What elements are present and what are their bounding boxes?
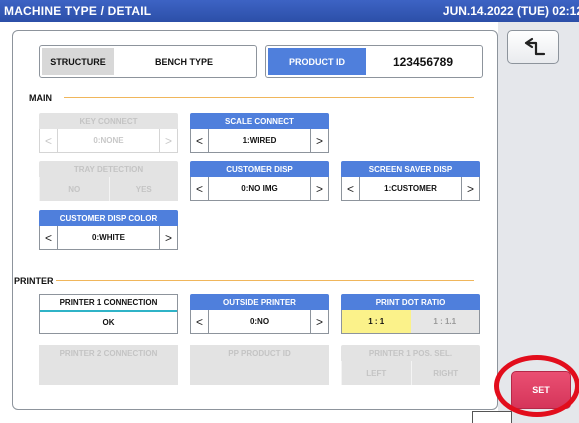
bottom-bar xyxy=(0,410,498,423)
pp-product-id-field: PP PRODUCT ID xyxy=(190,345,329,385)
tray-detection-label: TRAY DETECTION xyxy=(39,161,178,177)
printer-section-title: PRINTER xyxy=(14,276,54,286)
key-connect-next-button: > xyxy=(159,129,177,152)
main-section-line xyxy=(64,97,474,98)
structure-label: STRUCTURE xyxy=(42,48,114,75)
printer1-pos-sel-control: PRINTER 1 POS. SEL. LEFT RIGHT xyxy=(341,345,480,385)
product-id-label: PRODUCT ID xyxy=(268,48,366,75)
structure-value: BENCH TYPE xyxy=(154,56,213,67)
printer-section-line xyxy=(56,280,474,281)
customer-disp-control: CUSTOMER DISP < 0:NO IMG > xyxy=(190,161,329,201)
screen-saver-disp-next-button[interactable]: > xyxy=(461,177,479,200)
outside-printer-next-button[interactable]: > xyxy=(310,310,328,333)
pp-product-id-label: PP PRODUCT ID xyxy=(228,348,291,358)
printer1-pos-left-option: LEFT xyxy=(341,361,411,385)
outside-printer-value: 0:NO xyxy=(249,317,270,326)
customer-disp-value: 0:NO IMG xyxy=(241,184,278,193)
print-dot-ratio-label: PRINT DOT RATIO xyxy=(341,294,480,310)
key-connect-control: KEY CONNECT < 0:NONE > xyxy=(39,113,178,153)
set-button[interactable]: SET xyxy=(511,371,571,409)
product-id-field: PRODUCT ID 123456789 xyxy=(265,45,483,78)
product-id-value: 123456789 xyxy=(392,54,454,69)
page-title: MACHINE TYPE / DETAIL xyxy=(4,4,152,18)
customer-disp-label: CUSTOMER DISP xyxy=(190,161,329,177)
right-panel xyxy=(498,22,579,423)
tray-detection-yes-option: YES xyxy=(108,177,178,201)
scale-connect-control: SCALE CONNECT < 1:WIRED > xyxy=(190,113,329,153)
printer2-connection-label: PRINTER 2 CONNECTION xyxy=(59,348,158,358)
bottom-tab xyxy=(472,411,512,423)
scale-connect-label: SCALE CONNECT xyxy=(190,113,329,129)
printer1-connection-value: OK xyxy=(102,318,115,327)
printer1-pos-sel-label: PRINTER 1 POS. SEL. xyxy=(341,345,480,361)
customer-disp-color-next-button[interactable]: > xyxy=(159,226,177,249)
print-dot-ratio-1-1-option[interactable]: 1 : 1 xyxy=(342,310,411,333)
printer1-connection-status: PRINTER 1 CONNECTION OK xyxy=(39,294,178,334)
outside-printer-prev-button[interactable]: < xyxy=(191,310,209,333)
print-dot-ratio-control: PRINT DOT RATIO 1 : 1 1 : 1.1 xyxy=(341,294,480,334)
scale-connect-prev-button[interactable]: < xyxy=(191,129,209,152)
tray-detection-control: TRAY DETECTION NO YES xyxy=(39,161,178,201)
customer-disp-next-button[interactable]: > xyxy=(310,177,328,200)
screen-saver-disp-control: SCREEN SAVER DISP < 1:CUSTOMER > xyxy=(341,161,480,201)
screen-saver-disp-label: SCREEN SAVER DISP xyxy=(341,161,480,177)
structure-field: STRUCTURE BENCH TYPE xyxy=(39,45,257,78)
customer-disp-color-prev-button[interactable]: < xyxy=(40,226,58,249)
outside-printer-label: OUTSIDE PRINTER xyxy=(190,294,329,310)
main-section-title: MAIN xyxy=(29,93,52,103)
scale-connect-value: 1:WIRED xyxy=(242,136,277,145)
print-dot-ratio-1-1.1-option[interactable]: 1 : 1.1 xyxy=(410,310,479,333)
screen-saver-disp-prev-button[interactable]: < xyxy=(342,177,360,200)
printer1-connection-label: PRINTER 1 CONNECTION xyxy=(40,295,177,312)
key-connect-label: KEY CONNECT xyxy=(39,113,178,129)
customer-disp-prev-button[interactable]: < xyxy=(191,177,209,200)
key-connect-value: 0:NONE xyxy=(93,136,124,145)
screen-saver-disp-value: 1:CUSTOMER xyxy=(384,184,437,193)
date-time: JUN.14.2022 (TUE) 02:12 xyxy=(442,4,579,18)
key-connect-prev-button: < xyxy=(40,129,58,152)
customer-disp-color-label: CUSTOMER DISP COLOR xyxy=(39,210,178,226)
printer2-connection-status: PRINTER 2 CONNECTION xyxy=(39,345,178,385)
return-arrow-icon xyxy=(524,37,546,56)
outside-printer-control: OUTSIDE PRINTER < 0:NO > xyxy=(190,294,329,334)
printer1-pos-right-option: RIGHT xyxy=(410,361,480,385)
customer-disp-color-control: CUSTOMER DISP COLOR < 0:WHITE > xyxy=(39,210,178,250)
customer-disp-color-value: 0:WHITE xyxy=(92,233,125,242)
tray-detection-no-option: NO xyxy=(39,177,109,201)
back-button[interactable] xyxy=(507,30,559,64)
title-bar: MACHINE TYPE / DETAIL JUN.14.2022 (TUE) … xyxy=(0,0,579,22)
scale-connect-next-button[interactable]: > xyxy=(310,129,328,152)
